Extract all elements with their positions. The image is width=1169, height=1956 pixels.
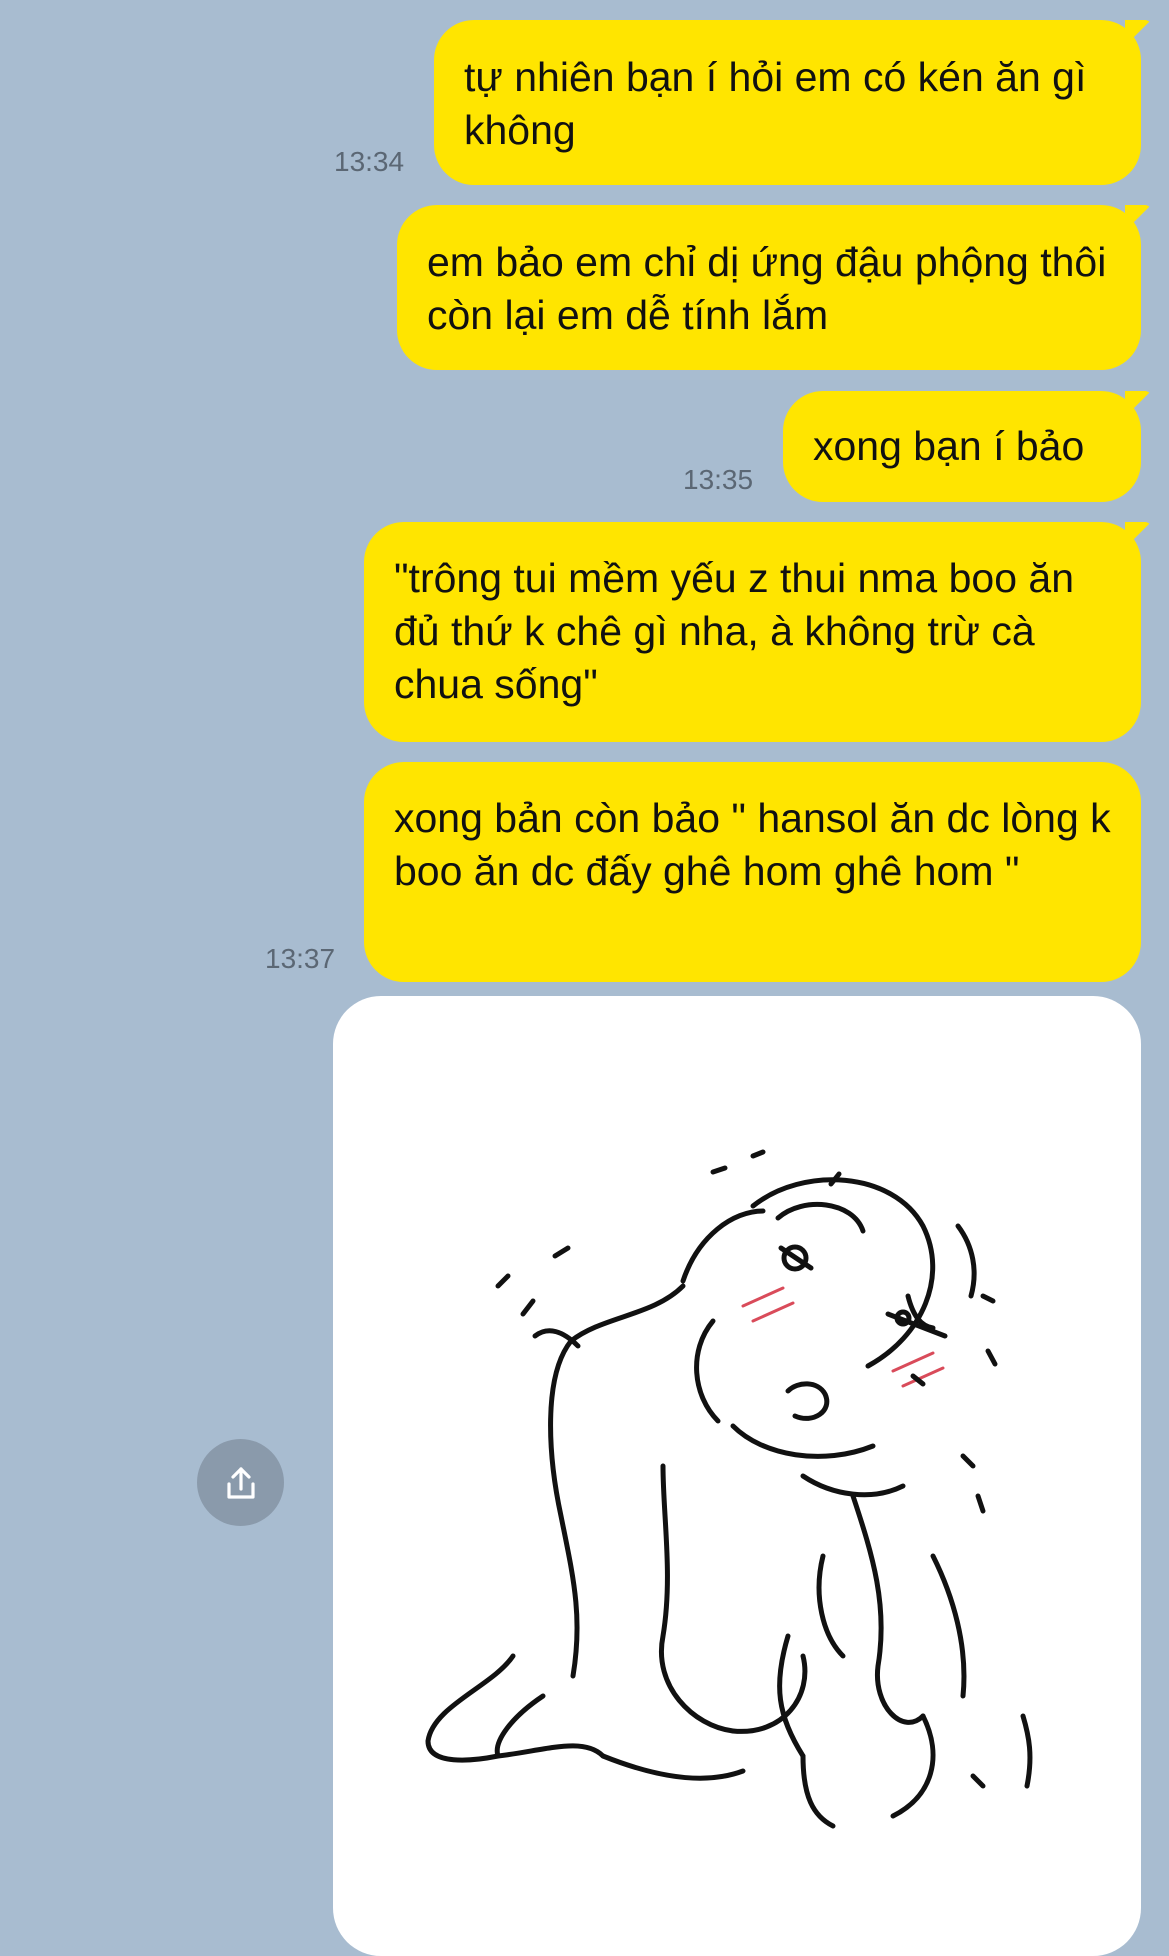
- message-text-2: em bảo em chỉ dị ứng đậu phộng thôi còn …: [427, 239, 1107, 338]
- message-time-1: 13:34: [334, 146, 405, 177]
- message-bubble-4[interactable]: "trông tui mềm yếu z thui nma boo ăn đủ …: [364, 522, 1141, 742]
- message-bubble-5[interactable]: xong bản còn bảo " hansol ăn dc lòng k b…: [364, 762, 1141, 982]
- message-time-5: 13:37: [265, 943, 336, 974]
- sketch-image: [425, 1149, 1033, 1829]
- message-bubble-3[interactable]: xong bạn í bảo: [783, 391, 1141, 502]
- message-text-1: tự nhiên bạn í hỏi em có kén ăn gì không: [464, 54, 1087, 153]
- message-bubble-1[interactable]: tự nhiên bạn í hỏi em có kén ăn gì không: [434, 20, 1141, 185]
- message-bubble-2[interactable]: em bảo em chỉ dị ứng đậu phộng thôi còn …: [397, 205, 1141, 370]
- image-message[interactable]: [333, 996, 1141, 1956]
- share-button[interactable]: [197, 1439, 284, 1526]
- share-icon: [226, 1466, 255, 1499]
- message-text-5: xong bản còn bảo " hansol ăn dc lòng k b…: [394, 795, 1111, 894]
- message-time-3: 13:35: [683, 464, 754, 495]
- message-text-4: "trông tui mềm yếu z thui nma boo ăn đủ …: [394, 555, 1075, 707]
- message-text-3: xong bạn í bảo: [813, 423, 1085, 469]
